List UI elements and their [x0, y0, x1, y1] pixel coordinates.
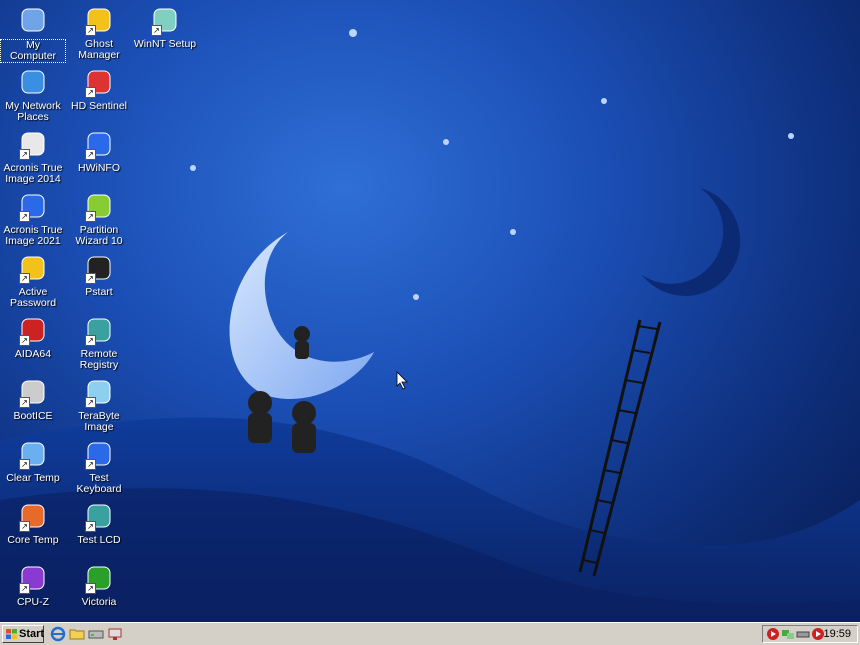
desktop-icon-aida64[interactable]: ↗ AIDA64	[0, 314, 66, 360]
ie-icon[interactable]	[50, 626, 66, 642]
shortcut-arrow-icon: ↗	[151, 25, 162, 36]
desktop-icon-pstart[interactable]: ↗ Pstart	[66, 252, 132, 298]
shortcut-arrow-icon: ↗	[19, 583, 30, 594]
network-places-icon	[19, 68, 47, 96]
shortcut-arrow-icon: ↗	[85, 397, 96, 408]
hd-sentinel-icon: ↗	[85, 68, 113, 98]
shortcut-arrow-icon: ↗	[85, 25, 96, 36]
hwinfo-icon: ↗	[85, 130, 113, 160]
desktop-icon-label: Core Temp	[7, 534, 59, 546]
start-label: Start	[19, 628, 45, 640]
desktop-icon-label: Acronis True Image 2014	[3, 162, 63, 185]
desktop-icon-core-temp[interactable]: ↗ Core Temp	[0, 500, 66, 546]
network-icon[interactable]	[107, 626, 123, 642]
desktop-icon-label: Victoria	[81, 596, 117, 608]
start-button[interactable]: Start	[2, 625, 44, 643]
shortcut-arrow-icon: ↗	[85, 87, 96, 98]
shortcut-arrow-icon: ↗	[85, 521, 96, 532]
desktop-icon-label: Pstart	[85, 286, 113, 298]
drive-icon[interactable]	[88, 626, 104, 642]
cpu-z-icon: ↗	[19, 564, 47, 594]
winnt-setup-icon: ↗	[151, 6, 179, 36]
system-tray: 19:59	[762, 625, 858, 643]
desktop-icon-label: Ghost Manager	[78, 38, 120, 61]
desktop-icon-label: Partition Wizard 10	[75, 224, 123, 247]
shortcut-arrow-icon: ↗	[19, 149, 30, 160]
clock[interactable]: 19:59	[823, 627, 851, 642]
desktop-icon-label: Test Keyboard	[76, 472, 122, 495]
desktop-icon-victoria[interactable]: ↗ Victoria	[66, 562, 132, 608]
shortcut-arrow-icon: ↗	[19, 335, 30, 346]
desktop-icon-terabyte-image[interactable]: ↗ TeraByte Image	[66, 376, 132, 433]
acronis-2021-icon: ↗	[19, 192, 47, 222]
desktop-icon-label: Test LCD	[77, 534, 121, 546]
desktop-icon-active-password[interactable]: ↗ Active Password	[0, 252, 66, 309]
desktop-icon-label: My Network Places	[5, 100, 61, 123]
clear-temp-icon: ↗	[19, 440, 47, 470]
my-computer-icon	[19, 6, 47, 34]
desktop-icon-label: Acronis True Image 2021	[3, 224, 63, 247]
desktop-icon-clear-temp[interactable]: ↗ Clear Temp	[0, 438, 66, 484]
ghost-manager-icon: ↗	[85, 6, 113, 36]
terabyte-image-icon: ↗	[85, 378, 113, 408]
shortcut-arrow-icon: ↗	[85, 583, 96, 594]
desktop-icon-label: My Computer	[0, 39, 66, 63]
shortcut-arrow-icon: ↗	[85, 335, 96, 346]
shortcut-arrow-icon: ↗	[85, 211, 96, 222]
desktop-icon-my-computer[interactable]: My Computer	[0, 4, 66, 63]
desktop-icon-network-places[interactable]: My Network Places	[0, 66, 66, 123]
desktop-icon-bootice[interactable]: ↗ BootICE	[0, 376, 66, 422]
victoria-icon: ↗	[85, 564, 113, 594]
desktop-icon-label: AIDA64	[14, 348, 52, 360]
desktop-icon-hwinfo[interactable]: ↗ HWiNFO	[66, 128, 132, 174]
desktop-icon-winnt-setup[interactable]: ↗ WinNT Setup	[132, 4, 198, 50]
desktop-icon-label: BootICE	[13, 410, 53, 422]
core-temp-icon: ↗	[19, 502, 47, 532]
desktop-icon-partition-wizard[interactable]: ↗ Partition Wizard 10	[66, 190, 132, 247]
bootice-icon: ↗	[19, 378, 47, 408]
desktop-icon-hd-sentinel[interactable]: ↗ HD Sentinel	[66, 66, 132, 112]
shortcut-arrow-icon: ↗	[19, 521, 30, 532]
desktop-icon-test-keyboard[interactable]: ↗ Test Keyboard	[66, 438, 132, 495]
desktop-icon-cpu-z[interactable]: ↗ CPU-Z	[0, 562, 66, 608]
taskbar: Start 19:59	[0, 622, 860, 645]
active-password-icon: ↗	[19, 254, 47, 284]
desktop-icon-label: HWiNFO	[78, 162, 120, 174]
desktop-icon-label: Active Password	[9, 286, 57, 309]
shortcut-arrow-icon: ↗	[19, 397, 30, 408]
desktop-icon-label: TeraByte Image	[78, 410, 120, 433]
desktop-icon-label: Clear Temp	[6, 472, 60, 484]
desktop[interactable]: My Computer ↗ Ghost Manager ↗ WinNT Setup My …	[0, 0, 860, 622]
folder-icon[interactable]	[69, 626, 85, 642]
desktop-icon-acronis-2021[interactable]: ↗ Acronis True Image 2021	[0, 190, 66, 247]
remote-registry-icon: ↗	[85, 316, 113, 346]
windows-flag-icon	[6, 629, 17, 639]
usb-icon[interactable]	[796, 627, 810, 641]
pstart-icon: ↗	[85, 254, 113, 284]
shortcut-arrow-icon: ↗	[85, 273, 96, 284]
desktop-icon-label: Remote Registry	[79, 348, 119, 371]
aida64-icon: ↗	[19, 316, 47, 346]
test-lcd-icon: ↗	[85, 502, 113, 532]
shortcut-arrow-icon: ↗	[19, 459, 30, 470]
desktop-icon-label: HD Sentinel	[70, 100, 128, 112]
partition-wizard-icon: ↗	[85, 192, 113, 222]
shortcut-arrow-icon: ↗	[19, 211, 30, 222]
desktop-icon-label: CPU-Z	[16, 596, 50, 608]
test-keyboard-icon: ↗	[85, 440, 113, 470]
acronis-2014-icon: ↗	[19, 130, 47, 160]
desktop-icon-label: WinNT Setup	[133, 38, 197, 50]
desktop-icon-test-lcd[interactable]: ↗ Test LCD	[66, 500, 132, 546]
desktop-icon-remote-registry[interactable]: ↗ Remote Registry	[66, 314, 132, 371]
desktop-icon-acronis-2014[interactable]: ↗ Acronis True Image 2014	[0, 128, 66, 185]
shortcut-arrow-icon: ↗	[85, 149, 96, 160]
shortcut-arrow-icon: ↗	[19, 273, 30, 284]
media-icon[interactable]	[766, 627, 780, 641]
network-tray-icon[interactable]	[781, 627, 795, 641]
shortcut-arrow-icon: ↗	[85, 459, 96, 470]
desktop-icon-ghost-manager[interactable]: ↗ Ghost Manager	[66, 4, 132, 61]
